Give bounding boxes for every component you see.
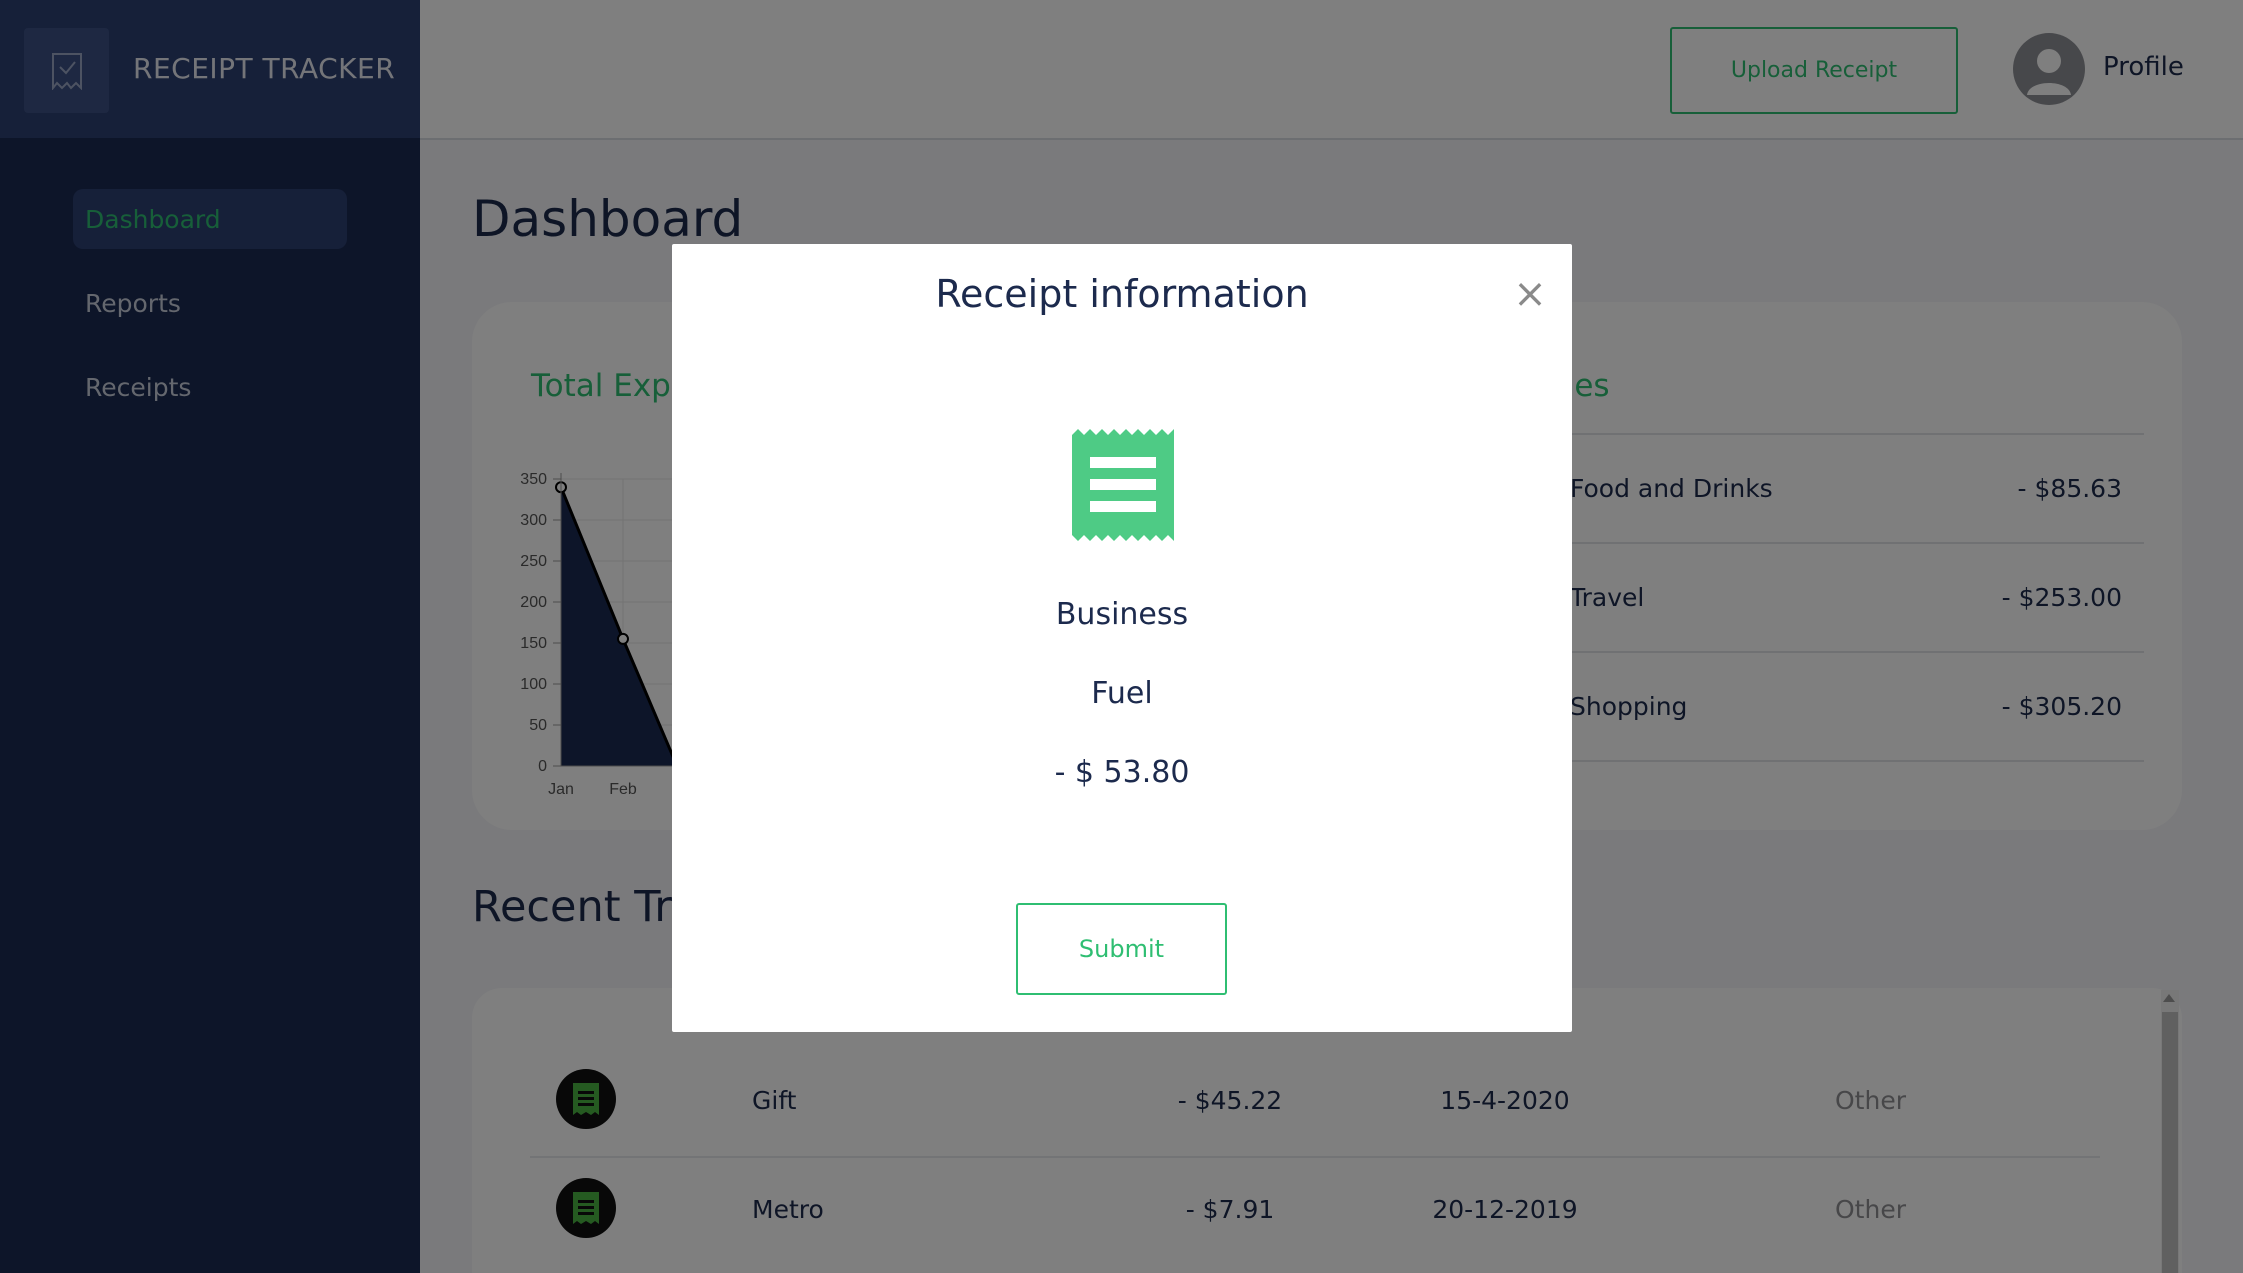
receipt-info-modal: Receipt information × Business Fuel - $ … [672, 244, 1572, 1032]
receipt-icon [1072, 429, 1174, 545]
receipt-type: Business [1055, 597, 1189, 632]
receipt-amount: - $ 53.80 [1054, 755, 1190, 790]
modal-title: Receipt information [935, 272, 1309, 316]
submit-button[interactable]: Submit [1016, 903, 1227, 995]
receipt-category: Fuel [1091, 676, 1153, 711]
close-icon[interactable]: × [1510, 274, 1550, 314]
